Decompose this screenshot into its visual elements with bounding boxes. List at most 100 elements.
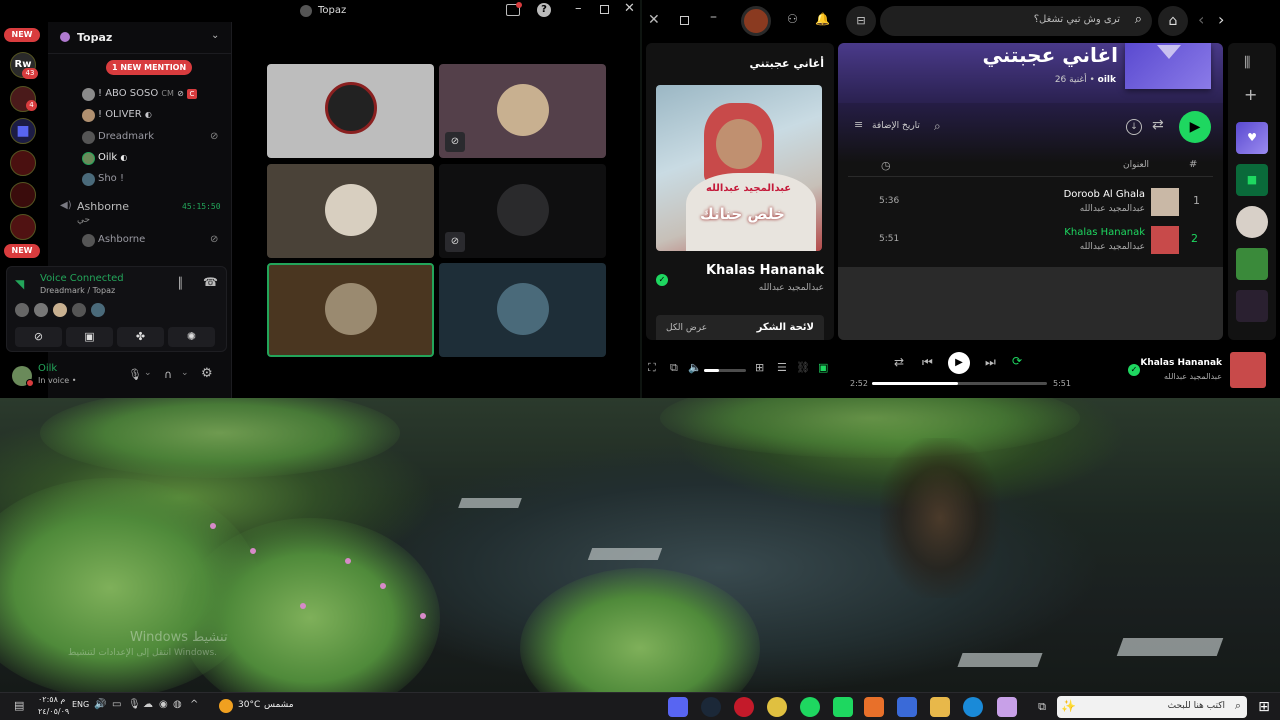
play-pause-button[interactable]: ▶ — [948, 352, 970, 374]
microphone-icon[interactable]: 🎙 — [128, 699, 141, 710]
guild-icon[interactable] — [10, 150, 36, 176]
close-icon[interactable]: ✕ — [648, 12, 660, 28]
now-playing-view-icon[interactable]: ▣ — [818, 361, 828, 374]
participant-tile[interactable] — [267, 64, 434, 158]
settings-gear-icon[interactable]: ⚙ — [201, 366, 213, 381]
participant-tile[interactable] — [439, 263, 606, 357]
browse-icon[interactable]: ⊟ — [846, 6, 876, 36]
friends-icon[interactable]: ⚇ — [787, 12, 798, 26]
player-artist[interactable]: عبدالمجيد عبدالله — [1082, 372, 1222, 381]
opera-icon[interactable] — [734, 697, 754, 717]
chevron-down-icon[interactable]: ⌄ — [181, 368, 189, 378]
search-bar[interactable]: ترى وش تبي تشغل؟ ⌕ — [880, 6, 1152, 36]
home-icon[interactable]: ⌂ — [1158, 6, 1188, 36]
fullscreen-icon[interactable]: ⛶ — [648, 361, 656, 375]
weather-text[interactable]: مشمس — [264, 700, 294, 710]
shuffle-icon[interactable]: ⇄ — [894, 355, 904, 369]
copilot-icon[interactable] — [997, 697, 1017, 717]
windows-start-icon[interactable]: ⊞ — [1254, 697, 1274, 717]
whatsapp-icon[interactable] — [833, 697, 853, 717]
player-album-thumb[interactable] — [1230, 352, 1266, 388]
volume-icon[interactable]: 🔊 — [94, 699, 106, 710]
back-arrow-icon[interactable]: ‹ — [1198, 10, 1204, 29]
next-icon[interactable]: ⏭ — [985, 355, 996, 370]
track-row-playing[interactable]: 2 Khalas Hananak عبدالمجيد عبدالله 5:51 — [838, 221, 1223, 257]
participant-tile[interactable]: ⊘ — [439, 64, 606, 158]
weather-temp[interactable]: 30°C — [238, 700, 260, 710]
help-icon[interactable]: ? — [537, 3, 551, 17]
activities-button[interactable]: ✤ — [117, 327, 164, 347]
disconnect-icon[interactable]: ☎ — [203, 275, 218, 289]
play-button[interactable]: ▶ — [1179, 111, 1211, 143]
camera-button[interactable]: ⊘ — [15, 327, 62, 347]
clock-time[interactable]: م ٠٢:٥٨ — [38, 695, 65, 704]
inbox-icon[interactable] — [506, 2, 522, 16]
microphone-icon[interactable]: 🎙 — [128, 368, 142, 381]
maximize-icon[interactable] — [600, 5, 609, 14]
store-icon[interactable] — [897, 697, 917, 717]
volume-slider[interactable] — [704, 369, 746, 372]
maximize-icon[interactable] — [680, 16, 689, 25]
channel-name[interactable]: Ashborne — [77, 200, 129, 213]
artist-avatar[interactable] — [1236, 206, 1268, 238]
playlist-thumbnail[interactable] — [1236, 290, 1268, 322]
battery-icon[interactable]: ▭ — [112, 699, 121, 710]
profile-avatar[interactable] — [741, 6, 771, 36]
server-name[interactable]: Topaz — [77, 31, 112, 44]
your-episodes-icon[interactable]: ■ — [1236, 164, 1268, 196]
forward-arrow-icon[interactable]: › — [1218, 10, 1224, 29]
participant-tile-speaking[interactable] — [267, 263, 434, 357]
voice-location[interactable]: Dreadmark / Topaz — [40, 286, 115, 295]
np-track-title[interactable]: Khalas Hananak — [656, 263, 824, 278]
download-icon[interactable]: ↓ — [1126, 119, 1142, 135]
voice-user[interactable]: ! OLIVER ◐ — [82, 109, 152, 122]
track-row[interactable]: 1 Doroob Al Ghala عبدالمجيد عبدالله 5:36 — [838, 183, 1223, 219]
liked-songs-icon[interactable]: ♥ — [1236, 122, 1268, 154]
liked-check-icon[interactable]: ✓ — [656, 274, 668, 286]
playlist-thumbnail[interactable] — [1236, 248, 1268, 280]
edge-icon[interactable] — [963, 697, 983, 717]
voice-user[interactable]: Sho ! — [82, 173, 124, 186]
voice-user[interactable]: Dreadmark — [82, 131, 154, 144]
app-tray-icon[interactable]: ◍ — [173, 699, 182, 710]
spotify-taskbar-icon[interactable] — [800, 697, 820, 717]
guild-icon[interactable] — [10, 182, 36, 208]
previous-icon[interactable]: ⏮ — [922, 355, 933, 370]
chrome-icon[interactable] — [767, 697, 787, 717]
taskbar-search[interactable]: ✨ اكتب هنا للبحث ⌕ — [1057, 696, 1247, 718]
avatar[interactable] — [91, 303, 105, 317]
mini-player-icon[interactable]: ⧉ — [670, 361, 678, 375]
add-icon[interactable]: + — [1244, 85, 1257, 104]
player-track-title[interactable]: Khalas Hananak — [1082, 358, 1222, 368]
headphones-icon[interactable]: ∩ — [164, 368, 172, 381]
library-icon[interactable]: ⫼ — [1244, 55, 1250, 71]
close-icon[interactable]: ✕ — [624, 1, 635, 16]
avatar[interactable] — [72, 303, 86, 317]
minimize-icon[interactable]: – — [575, 1, 582, 16]
search-icon[interactable]: ⌕ — [934, 119, 941, 134]
chevron-down-icon[interactable]: ⌄ — [144, 368, 152, 378]
search-input[interactable]: ترى وش تبي تشغل؟ — [890, 14, 1120, 25]
app-tray-icon[interactable]: ◉ — [159, 699, 168, 710]
cloud-icon[interactable]: ☁ — [143, 699, 153, 710]
np-artist[interactable]: عبدالمجيد عبدالله — [656, 283, 824, 293]
guild-icon[interactable] — [10, 214, 36, 240]
participant-tile[interactable] — [267, 164, 434, 258]
avatar[interactable] — [53, 303, 67, 317]
chevron-up-icon[interactable]: ^ — [190, 699, 198, 710]
lyrics-icon[interactable]: ⊞ — [755, 361, 764, 374]
noise-suppression-icon[interactable]: ║ — [177, 277, 184, 290]
chevron-down-icon[interactable]: ⌄ — [211, 30, 219, 41]
voice-user[interactable]: Oilk ◐ — [82, 152, 127, 165]
track-artist[interactable]: عبدالمجيد عبدالله — [968, 242, 1145, 252]
notification-icon[interactable]: ▤ — [14, 699, 24, 712]
repeat-icon[interactable]: ⟳ — [1012, 354, 1022, 368]
track-artist[interactable]: عبدالمجيد عبدالله — [968, 204, 1145, 214]
sort-label[interactable]: تاريخ الإضافة — [872, 121, 920, 131]
file-explorer-icon[interactable] — [930, 697, 950, 717]
task-view-icon[interactable]: ⧉ — [1032, 697, 1052, 717]
screen-share-button[interactable]: ▣ — [66, 327, 113, 347]
avatar[interactable] — [34, 303, 48, 317]
shuffle-icon[interactable]: ⇄ — [1152, 117, 1164, 133]
liked-check-icon[interactable]: ✓ — [1128, 364, 1140, 376]
